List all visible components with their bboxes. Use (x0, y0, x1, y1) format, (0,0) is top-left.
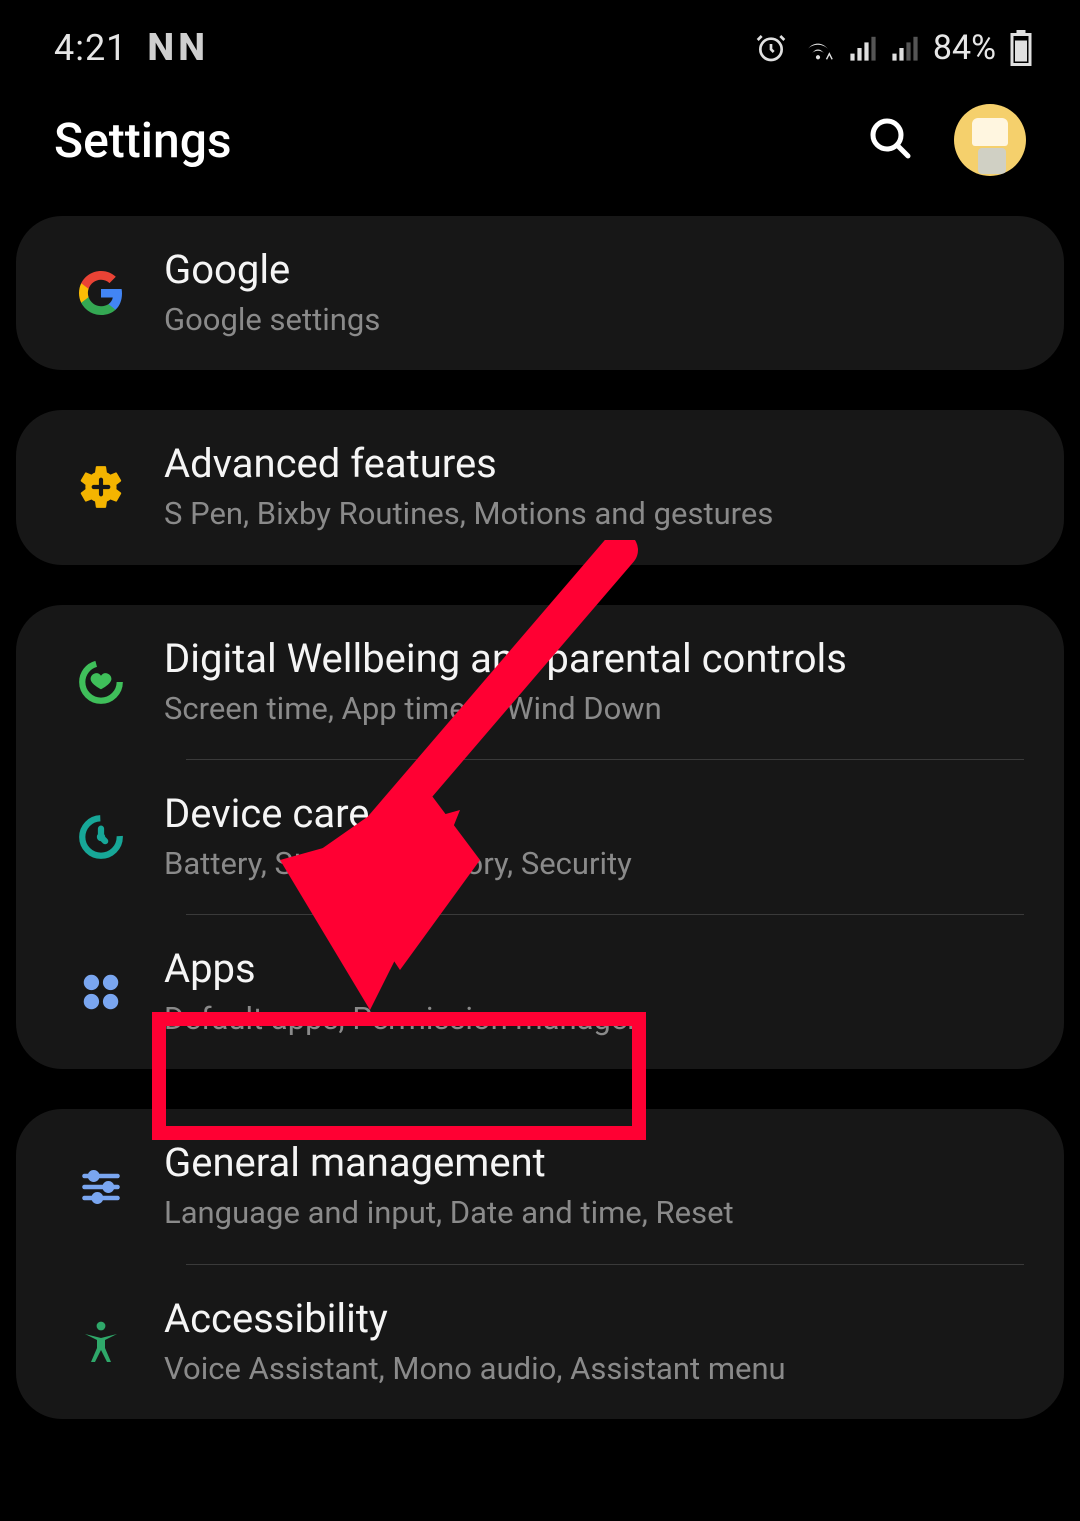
wifi-icon (801, 33, 835, 63)
settings-group: Digital Wellbeing and parental controls … (16, 605, 1064, 1070)
profile-avatar[interactable] (954, 104, 1026, 176)
notification-icons: N N (147, 26, 201, 70)
apps-grid-icon (56, 969, 146, 1015)
signal-icon-1 (849, 34, 877, 62)
alarm-icon (755, 32, 787, 64)
signal-icon-2 (891, 34, 919, 62)
settings-row-apps[interactable]: Apps Default apps, Permission manager (16, 915, 1064, 1069)
row-subtitle: Screen time, App timers, Wind Down (164, 689, 1014, 729)
settings-row-digital-wellbeing[interactable]: Digital Wellbeing and parental controls … (16, 605, 1064, 759)
device-care-icon (56, 812, 146, 862)
row-subtitle: Default apps, Permission manager (164, 999, 1014, 1039)
row-title: Accessibility (164, 1295, 1014, 1343)
sliders-icon (56, 1165, 146, 1209)
row-subtitle: Battery, Storage, Memory, Security (164, 844, 1014, 884)
battery-icon (1010, 30, 1032, 66)
row-title: General management (164, 1139, 1014, 1187)
battery-percentage: 84% (933, 28, 996, 68)
settings-row-accessibility[interactable]: Accessibility Voice Assistant, Mono audi… (16, 1265, 1064, 1419)
settings-group: Google Google settings (16, 216, 1064, 370)
wellbeing-icon (56, 657, 146, 707)
status-bar: 4:21 N N 84% (0, 0, 1080, 84)
row-title: Google (164, 246, 1014, 294)
page-title: Settings (54, 112, 866, 169)
notif-icon-2: N (178, 26, 201, 70)
row-title: Apps (164, 945, 1014, 993)
settings-row-device-care[interactable]: Device care Battery, Storage, Memory, Se… (16, 760, 1064, 914)
settings-content: Google Google settings Advanced features… (0, 216, 1080, 1419)
settings-row-general-management[interactable]: General management Language and input, D… (16, 1109, 1064, 1263)
accessibility-icon (56, 1318, 146, 1366)
row-title: Digital Wellbeing and parental controls (164, 635, 1014, 683)
settings-row-advanced-features[interactable]: Advanced features S Pen, Bixby Routines,… (16, 410, 1064, 564)
row-subtitle: Voice Assistant, Mono audio, Assistant m… (164, 1349, 1014, 1389)
google-g-icon (56, 269, 146, 317)
settings-group: Advanced features S Pen, Bixby Routines,… (16, 410, 1064, 564)
settings-group: General management Language and input, D… (16, 1109, 1064, 1419)
status-right: 84% (755, 28, 1032, 68)
row-title: Device care (164, 790, 1014, 838)
app-header: Settings (0, 84, 1080, 216)
search-button[interactable] (866, 114, 914, 166)
row-subtitle: S Pen, Bixby Routines, Motions and gestu… (164, 494, 1014, 534)
row-title: Advanced features (164, 440, 1014, 488)
notif-icon-1: N (147, 26, 170, 70)
row-subtitle: Language and input, Date and time, Reset (164, 1193, 1014, 1233)
row-subtitle: Google settings (164, 300, 1014, 340)
settings-row-google[interactable]: Google Google settings (16, 216, 1064, 370)
status-time: 4:21 (54, 27, 127, 69)
gear-plus-icon (56, 462, 146, 512)
status-left: 4:21 N N (54, 26, 201, 70)
